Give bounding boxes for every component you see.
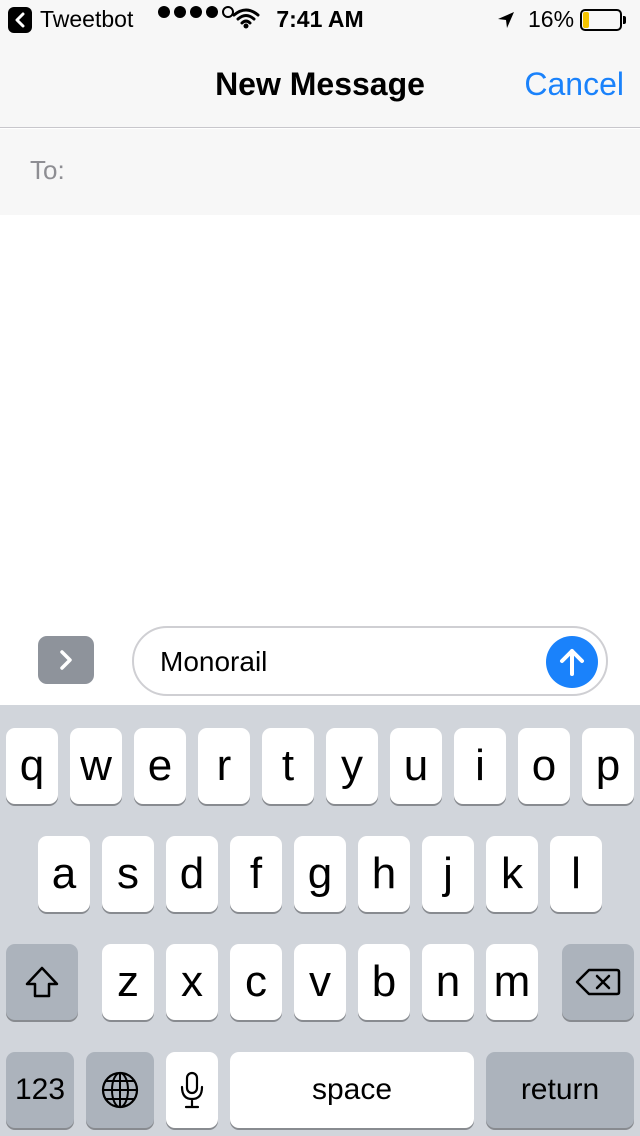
message-text: Monorail (160, 646, 268, 677)
key-o[interactable]: o (518, 728, 570, 804)
key-k[interactable]: k (486, 836, 538, 912)
space-key[interactable]: space (230, 1052, 474, 1128)
key-l[interactable]: l (550, 836, 602, 912)
key-z[interactable]: z (102, 944, 154, 1020)
key-g[interactable]: g (294, 836, 346, 912)
key-p[interactable]: p (582, 728, 634, 804)
new-message-screen: Tweetbot 7:41 AM 16% New Message Cancel (0, 0, 640, 1136)
shift-arrow-icon (25, 966, 59, 998)
battery-icon (580, 9, 626, 31)
delete-key[interactable] (562, 944, 634, 1020)
return-key[interactable]: return (486, 1052, 634, 1128)
compose-bar: Monorail (0, 615, 640, 705)
key-d[interactable]: d (166, 836, 218, 912)
numbers-key[interactable]: 123 (6, 1052, 74, 1128)
navigation-bar: New Message Cancel (0, 40, 640, 128)
chevron-right-icon (60, 650, 72, 670)
key-e[interactable]: e (134, 728, 186, 804)
key-m[interactable]: m (486, 944, 538, 1020)
key-a[interactable]: a (38, 836, 90, 912)
key-x[interactable]: x (166, 944, 218, 1020)
expand-apps-button[interactable] (38, 636, 94, 684)
key-b[interactable]: b (358, 944, 410, 1020)
key-j[interactable]: j (422, 836, 474, 912)
to-field-row: To: (0, 129, 640, 215)
battery-percent: 16% (528, 6, 575, 32)
dictation-key[interactable] (166, 1052, 218, 1128)
key-v[interactable]: v (294, 944, 346, 1020)
key-f[interactable]: f (230, 836, 282, 912)
shift-key[interactable] (6, 944, 78, 1020)
key-w[interactable]: w (70, 728, 122, 804)
arrow-up-icon (560, 649, 584, 676)
key-c[interactable]: c (230, 944, 282, 1020)
keyboard: q w e r t y u i o p a s d f g h j k l z … (0, 705, 640, 1136)
key-n[interactable]: n (422, 944, 474, 1020)
message-input[interactable]: Monorail (132, 626, 608, 696)
key-q[interactable]: q (6, 728, 58, 804)
recipient-input[interactable] (90, 145, 610, 197)
key-t[interactable]: t (262, 728, 314, 804)
key-u[interactable]: u (390, 728, 442, 804)
key-h[interactable]: h (358, 836, 410, 912)
backspace-icon (575, 968, 621, 996)
key-i[interactable]: i (454, 728, 506, 804)
microphone-icon (180, 1071, 204, 1109)
to-label: To: (30, 155, 65, 185)
cancel-button[interactable]: Cancel (524, 66, 624, 103)
key-s[interactable]: s (102, 836, 154, 912)
key-y[interactable]: y (326, 728, 378, 804)
send-button[interactable] (546, 636, 598, 688)
key-r[interactable]: r (198, 728, 250, 804)
location-arrow-icon (496, 9, 516, 36)
status-bar: Tweetbot 7:41 AM 16% (0, 0, 640, 40)
globe-icon (101, 1071, 139, 1109)
message-thread-area (0, 215, 640, 615)
globe-key[interactable] (86, 1052, 154, 1128)
